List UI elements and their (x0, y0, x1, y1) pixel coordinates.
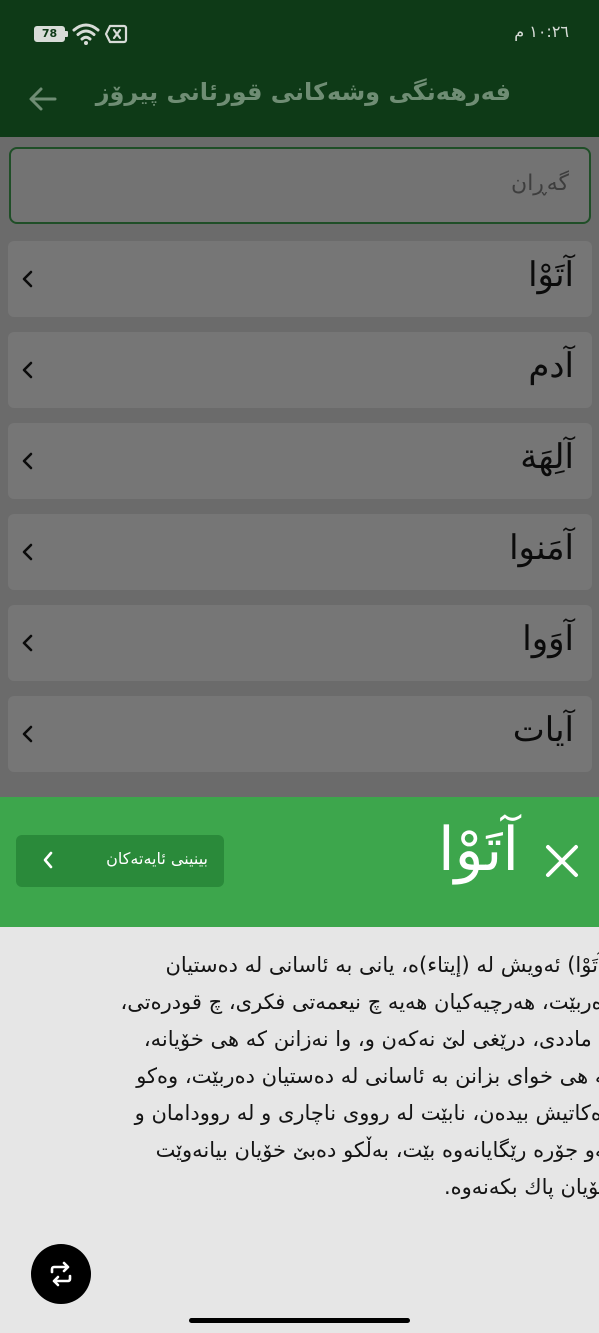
wifi-icon (72, 23, 100, 45)
explanation-line: زەکاتیش بیدەن، نابێت لە رووی ناچاری و لە… (134, 1101, 599, 1125)
word-label: آدم (528, 346, 574, 386)
word-explanation: (آتَوْا) ئەویش لە (إيتاء)ە، یانی بە ئاسا… (30, 947, 599, 1206)
search-input[interactable]: گەڕان (9, 147, 591, 224)
repeat-icon (50, 1261, 72, 1287)
sheet-header: آتَوْا بینینی ئایەتەکان (0, 797, 599, 927)
close-icon[interactable] (540, 839, 584, 883)
list-item[interactable]: آلِهَة (8, 423, 592, 499)
chevron-left-icon (22, 725, 33, 743)
explanation-line: ئەو جۆرە رێگایانەوە بێت، بەڵکو دەبێ خۆیا… (155, 1138, 599, 1162)
list-item[interactable]: آدم (8, 332, 592, 408)
page-title: فەرهەنگی وشەکانی قورئانی پیرۆز (95, 78, 511, 106)
chevron-left-icon (22, 270, 33, 288)
chevron-left-icon (22, 543, 33, 561)
word-detail-sheet: آتَوْا بینینی ئایەتەکان (آتَوْا) ئەویش ل… (0, 797, 599, 1333)
chevron-left-icon (22, 361, 33, 379)
app-bar: فەرهەنگی وشەکانی قورئانی پیرۆز (0, 62, 599, 137)
word-label: آيات (512, 710, 574, 750)
list-item[interactable]: آوَوا (8, 605, 592, 681)
status-bar: 78 ١٠:٢٦ م (0, 0, 599, 62)
chevron-left-icon (22, 452, 33, 470)
home-indicator[interactable] (189, 1318, 410, 1323)
chevron-left-icon (43, 851, 53, 869)
list-item[interactable]: آمَنوا (8, 514, 592, 590)
view-verses-label: بینینی ئایەتەکان (106, 849, 208, 868)
list-item[interactable]: آيات (8, 696, 592, 772)
search-placeholder: گەڕان (511, 171, 569, 196)
word-label: آلِهَة (520, 437, 574, 477)
chevron-left-icon (22, 634, 33, 652)
word-label: آمَنوا (509, 528, 574, 568)
explanation-line: چ ماددی، درێغی لێ نەکەن و، وا نەزانن کە … (143, 1027, 599, 1051)
view-verses-button[interactable]: بینینی ئایەتەکان (16, 835, 224, 887)
list-item[interactable]: آتَوْا (8, 241, 592, 317)
word-label: آوَوا (522, 619, 574, 659)
arrow-left-icon[interactable] (22, 78, 64, 120)
status-time: ١٠:٢٦ م (514, 22, 569, 41)
no-sim-icon (104, 24, 128, 44)
word-label: آتَوْا (528, 255, 574, 295)
battery-tip (65, 31, 68, 37)
explanation-line: خۆیان پاك بکەنەوە. (443, 1175, 599, 1199)
explanation-line: دەربێت، هەرچیەکیان هەیە چ نیعمەتی فکری، … (120, 990, 599, 1014)
explanation-line: (آتَوْا) ئەویش لە (إيتاء)ە، یانی بە ئاسا… (165, 953, 599, 977)
battery-icon: 78 (34, 26, 65, 42)
explanation-line: بە هی خوای بزانن بە ئاسانی لە دەستیان دە… (136, 1064, 599, 1088)
repeat-button[interactable] (31, 1244, 91, 1304)
sheet-word-title: آتَوْا (437, 815, 519, 885)
